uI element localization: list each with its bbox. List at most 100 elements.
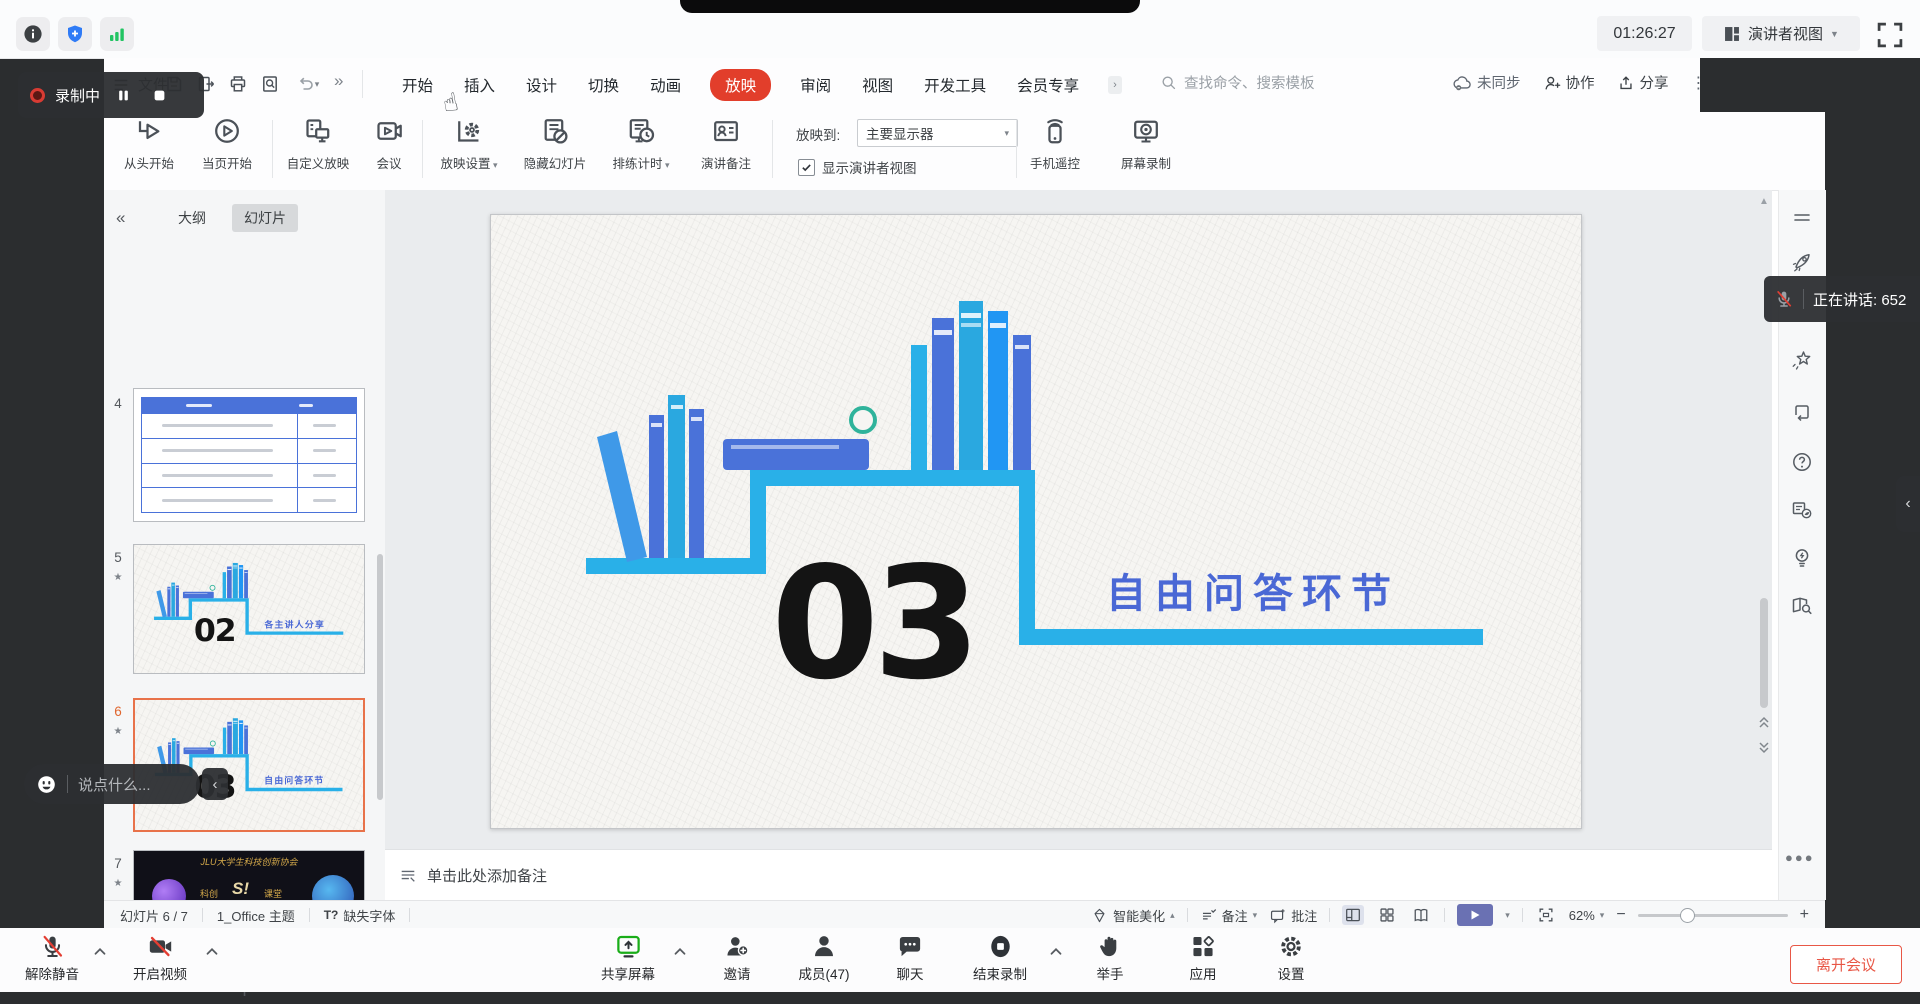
invite-icon (724, 933, 751, 960)
stop-record-icon (987, 933, 1014, 960)
presenter-view-checkbox[interactable]: 显示演讲者视图 (798, 157, 917, 177)
zoom-level-button[interactable]: 62% ▾ (1569, 908, 1605, 923)
quick-chat-input[interactable]: 说点什么... (24, 764, 200, 804)
screen-record-button[interactable]: 屏幕录制 (1104, 116, 1188, 172)
tab-insert[interactable]: 插入 (462, 69, 497, 101)
more-quick-actions-button[interactable]: » (334, 71, 343, 91)
slide-caption[interactable]: 自由问答环节 (1106, 571, 1400, 617)
slide-5-thumbnail[interactable]: 02 各主讲人分享 (133, 544, 365, 674)
meeting-button[interactable]: 会议 (360, 116, 418, 172)
sidebar-inspiration-button[interactable] (1790, 546, 1814, 570)
slide-big-number[interactable]: 03 (771, 533, 975, 714)
print-button[interactable] (226, 72, 250, 96)
meeting-panel-handle[interactable]: ‹ (1896, 476, 1920, 532)
tab-membership[interactable]: 会员专享 (1015, 69, 1081, 101)
tab-slides[interactable]: 幻灯片 (232, 204, 298, 232)
theme-name[interactable]: 1_Office 主题 (217, 906, 295, 925)
tab-outline[interactable]: 大纲 (166, 204, 218, 232)
sidebar-more-button[interactable]: ●●● (1785, 850, 1815, 865)
scroll-up-arrow[interactable]: ▲ (1756, 196, 1772, 207)
tab-animation[interactable]: 动画 (648, 69, 683, 101)
more-tabs-button[interactable]: › (1108, 76, 1122, 94)
print-preview-button[interactable] (258, 72, 282, 96)
play-slideshow-button[interactable] (1457, 904, 1493, 926)
fullscreen-button[interactable] (1875, 20, 1905, 50)
video-options-chevron[interactable] (204, 944, 220, 960)
emoji-icon[interactable] (36, 774, 57, 795)
chat-collapse-handle[interactable]: ‹ (202, 768, 228, 800)
record-options-chevron[interactable] (1048, 944, 1064, 960)
button-label: 设置 (1278, 963, 1305, 983)
sidebar-loop-button[interactable] (1790, 400, 1814, 424)
show-settings-button[interactable]: 放映设置 ▾ (428, 116, 510, 172)
meeting-security-button[interactable] (58, 17, 92, 51)
zoom-slider[interactable] (1638, 914, 1788, 917)
sidebar-certificate-button[interactable] (1790, 498, 1814, 522)
smart-beautify-button[interactable]: 智能美化 ▴ (1091, 906, 1175, 925)
members-button[interactable]: 成员(47) (798, 933, 849, 983)
pause-recording-button[interactable] (110, 82, 136, 108)
apps-button[interactable]: 应用 (1190, 933, 1217, 983)
panel-scrollbar[interactable] (377, 554, 383, 800)
sidebar-adjust-button[interactable] (1790, 206, 1814, 230)
play-options-chevron[interactable]: ▾ (1505, 910, 1510, 921)
current-slide[interactable]: 03 自由问答环节 (490, 214, 1582, 829)
display-select[interactable]: 主要显示器 ▾ (857, 119, 1018, 147)
share-button[interactable]: 分享 (1617, 72, 1669, 93)
share-screen-button[interactable]: 共享屏幕 (601, 933, 655, 983)
next-slide-button[interactable] (1756, 740, 1772, 756)
zoom-out-button[interactable]: − (1616, 906, 1625, 924)
speaker-notes-button[interactable]: 演讲备注 (686, 116, 766, 172)
undo-button[interactable]: ▾ (290, 72, 324, 96)
sync-status-button[interactable]: 未同步 (1452, 72, 1521, 93)
normal-view-button[interactable] (1342, 905, 1364, 925)
divider (1803, 289, 1804, 309)
raise-hand-button[interactable]: 举手 (1097, 933, 1124, 983)
stop-record-button[interactable]: 结束录制 (973, 933, 1027, 983)
tab-view[interactable]: 视图 (860, 69, 895, 101)
notes-bar[interactable]: 单击此处添加备注 (385, 849, 1772, 900)
sidebar-effects-button[interactable] (1790, 348, 1814, 372)
tab-slideshow[interactable]: 放映 (710, 69, 771, 101)
main-scrollbar[interactable] (1760, 598, 1768, 708)
phone-remote-button[interactable]: 手机遥控 (1020, 116, 1090, 172)
view-mode-button[interactable]: 演讲者视图 ▼ (1702, 16, 1860, 51)
settings-button[interactable]: 设置 (1278, 933, 1305, 983)
tab-home[interactable]: 开始 (400, 69, 435, 101)
sidebar-rocket-button[interactable] (1790, 250, 1814, 274)
start-video-button[interactable]: 开启视频 (133, 933, 187, 983)
play-from-beginning-button[interactable]: 从头开始 (110, 116, 188, 172)
hide-slide-button[interactable]: 隐藏幻灯片 (512, 116, 598, 172)
play-from-current-button[interactable]: 当页开始 (188, 116, 266, 172)
sidebar-help-button[interactable] (1790, 450, 1814, 474)
comments-button[interactable]: 批注 (1269, 906, 1317, 925)
meeting-info-button[interactable] (16, 17, 50, 51)
collaborate-button[interactable]: 协作 (1543, 72, 1595, 93)
unmute-button[interactable]: 解除静音 (25, 933, 79, 983)
mute-options-chevron[interactable] (92, 944, 108, 960)
zoom-in-button[interactable]: + (1800, 906, 1809, 924)
stop-recording-button[interactable] (146, 82, 172, 108)
missing-font-indicator[interactable]: T? 缺失字体 (324, 906, 396, 925)
invite-button[interactable]: 邀请 (724, 933, 751, 983)
slide-sorter-view-button[interactable] (1376, 905, 1398, 925)
slide-4-thumbnail[interactable] (133, 388, 365, 522)
custom-show-button[interactable]: 自定义放映 (276, 116, 360, 172)
zoom-slider-knob[interactable] (1680, 908, 1695, 923)
notes-toggle-button[interactable]: 备注 ▾ (1200, 906, 1258, 925)
chat-button[interactable]: 聊天 (897, 933, 924, 983)
fit-window-button[interactable] (1535, 905, 1557, 925)
command-search[interactable]: 查找命令、搜索模板 (1160, 72, 1315, 93)
previous-slide-button[interactable] (1756, 714, 1772, 730)
tab-review[interactable]: 审阅 (798, 69, 833, 101)
leave-meeting-button[interactable]: 离开会议 (1790, 945, 1902, 984)
tab-design[interactable]: 设计 (524, 69, 559, 101)
sidebar-reference-button[interactable] (1790, 594, 1814, 618)
meeting-network-button[interactable] (100, 17, 134, 51)
tab-developer[interactable]: 开发工具 (922, 69, 988, 101)
share-options-chevron[interactable] (672, 944, 688, 960)
rehearse-timing-button[interactable]: 排练计时 ▾ (600, 116, 682, 172)
collapse-panel-button[interactable]: « (116, 208, 125, 228)
reading-view-button[interactable] (1410, 905, 1432, 925)
tab-transition[interactable]: 切换 (586, 69, 621, 101)
